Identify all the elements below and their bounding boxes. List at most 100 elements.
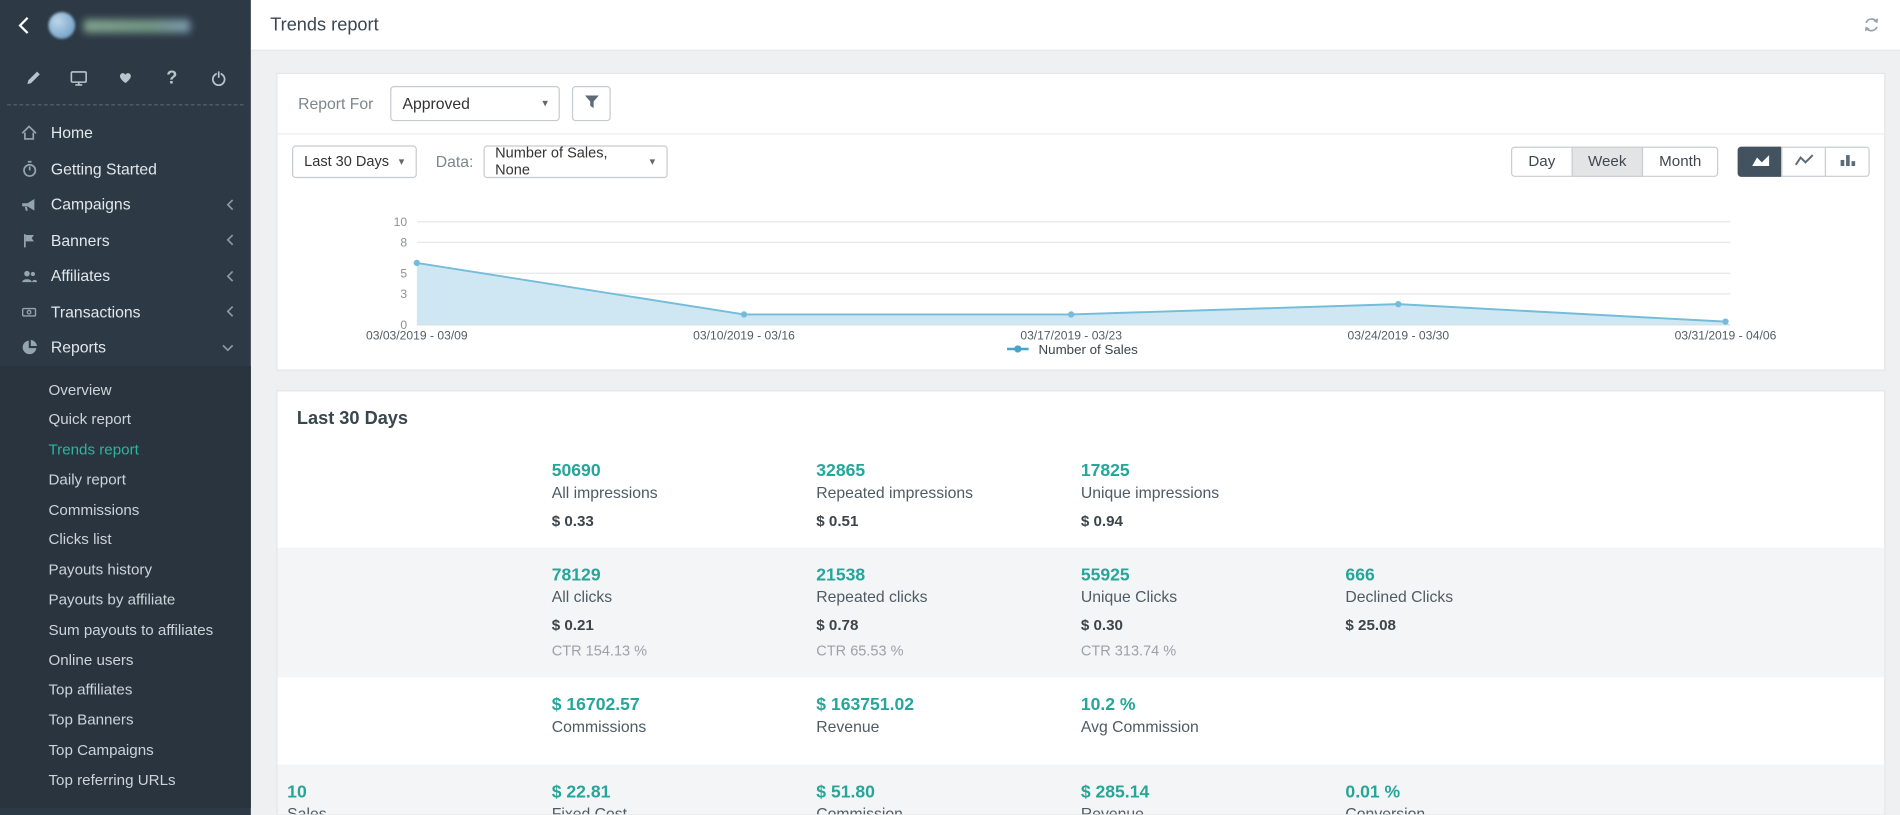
legend-marker-icon xyxy=(1007,343,1029,358)
bar-chart-icon xyxy=(1838,152,1857,170)
stat-value: 17825 xyxy=(1081,462,1346,481)
stat-money: $ 0.78 xyxy=(816,617,1081,634)
report-for-label: Report For xyxy=(298,95,373,113)
help-icon[interactable]: ? xyxy=(160,65,184,89)
report-filter-panel: Report For Approved ▾ Last 30 Days ▾ Dat… xyxy=(276,73,1885,371)
sidebar-logo-bar xyxy=(0,0,251,51)
period-month-button[interactable]: Month xyxy=(1642,146,1718,176)
sidebar-toolbar: ? xyxy=(0,51,251,102)
stat-label: All impressions xyxy=(552,483,817,501)
refresh-icon[interactable] xyxy=(1862,16,1880,34)
sidebar-item-sum-payouts[interactable]: Sum payouts to affiliates xyxy=(0,615,251,645)
monitor-icon[interactable] xyxy=(67,65,91,89)
pencil-icon[interactable] xyxy=(21,65,45,89)
main-menu: Home Getting Started Campaigns xyxy=(0,113,251,366)
sidebar-item-trends-report[interactable]: Trends report xyxy=(0,435,251,465)
chart-type-group xyxy=(1738,146,1870,176)
stat-all-clicks: 78129 All clicks $ 0.21 CTR 154.13 % xyxy=(552,563,817,659)
sidebar-item-quick-report[interactable]: Quick report xyxy=(0,405,251,435)
stat-label: Declined Clicks xyxy=(1345,588,1610,606)
stat-value: 32865 xyxy=(816,462,1081,481)
sidebar-item-payouts-by-affiliate[interactable]: Payouts by affiliate xyxy=(0,585,251,615)
stat-value: 21538 xyxy=(816,566,1081,585)
stat-value: 0.01 % xyxy=(1345,783,1610,802)
sidebar-item-payouts-history[interactable]: Payouts history xyxy=(0,555,251,585)
sidebar-item-affiliates[interactable]: Affiliates xyxy=(0,258,251,294)
sidebar-item-commissions[interactable]: Commissions xyxy=(0,495,251,525)
logo-text xyxy=(84,19,191,32)
report-for-select[interactable]: Approved ▾ xyxy=(390,86,560,121)
chart-type-line-button[interactable] xyxy=(1781,146,1826,176)
stat-all-impressions: 50690 All impressions $ 0.33 xyxy=(552,459,817,529)
stat-money: $ 0.51 xyxy=(816,513,1081,530)
data-series-select[interactable]: Number of Sales, None ▾ xyxy=(483,145,667,178)
sidebar-item-transactions[interactable]: Transactions xyxy=(0,294,251,330)
svg-text:03/10/2019 - 03/16: 03/10/2019 - 03/16 xyxy=(693,328,795,342)
sidebar-item-label: Affiliates xyxy=(51,267,110,285)
sidebar-item-reports[interactable]: Reports xyxy=(0,330,251,366)
sidebar-item-label: Campaigns xyxy=(51,195,131,213)
logo-mark-icon xyxy=(48,12,75,39)
svg-text:03/31/2019 - 04/06: 03/31/2019 - 04/06 xyxy=(1675,328,1777,342)
sidebar-item-getting-started[interactable]: Getting Started xyxy=(0,151,251,187)
page-title: Trends report xyxy=(270,15,378,36)
sidebar-item-label: Transactions xyxy=(51,303,141,321)
collapse-sidebar-icon[interactable] xyxy=(15,15,37,37)
sidebar-divider xyxy=(7,104,243,105)
sidebar-item-home[interactable]: Home xyxy=(0,115,251,151)
stat-money: $ 0.21 xyxy=(552,617,817,634)
heart-icon[interactable] xyxy=(113,65,137,89)
sidebar-item-top-referring-urls[interactable]: Top referring URLs xyxy=(0,766,251,796)
stat-declined-clicks: 666 Declined Clicks $ 25.08 xyxy=(1345,563,1610,659)
trend-chart: 10853003/03/2019 - 03/0903/10/2019 - 03/… xyxy=(277,188,1886,364)
stat-ctr: CTR 154.13 % xyxy=(552,642,817,659)
chevron-left-icon xyxy=(227,234,234,246)
home-icon xyxy=(19,124,38,142)
svg-text:10: 10 xyxy=(394,215,408,229)
cash-icon xyxy=(19,304,38,320)
sidebar-item-top-banners[interactable]: Top Banners xyxy=(0,706,251,736)
stat-value: 10 xyxy=(287,783,552,802)
flag-icon xyxy=(19,231,38,249)
stat-ctr: CTR 313.74 % xyxy=(1081,642,1346,659)
chevron-left-icon xyxy=(227,270,234,282)
stat-value: 50690 xyxy=(552,462,817,481)
stat-label: Repeated clicks xyxy=(816,588,1081,606)
stat-label: Commission xyxy=(816,805,1081,815)
stat-money: $ 0.33 xyxy=(552,513,817,530)
stat-avg-commission: 10.2 % Avg Commission xyxy=(1081,693,1346,746)
sidebar-item-overview[interactable]: Overview xyxy=(0,375,251,405)
app-window: ? Home Getting Started xyxy=(0,0,1900,815)
stat-fixed-cost: $ 22.81 Fixed Cost xyxy=(552,780,817,815)
chart-type-bar-button[interactable] xyxy=(1825,146,1870,176)
sidebar-item-campaigns[interactable]: Campaigns xyxy=(0,187,251,223)
sidebar: ? Home Getting Started xyxy=(0,0,251,815)
svg-text:5: 5 xyxy=(400,266,407,280)
chart-type-area-button[interactable] xyxy=(1738,146,1783,176)
stat-value: 10.2 % xyxy=(1081,696,1346,715)
period-day-button[interactable]: Day xyxy=(1511,146,1572,176)
sidebar-item-top-affiliates[interactable]: Top affiliates xyxy=(0,676,251,706)
power-icon[interactable] xyxy=(206,65,230,89)
stat-label: Commissions xyxy=(552,717,817,735)
sidebar-item-clicks-list[interactable]: Clicks list xyxy=(0,525,251,555)
date-range-select[interactable]: Last 30 Days ▾ xyxy=(292,145,416,178)
chart-toolbar: Last 30 Days ▾ Data: Number of Sales, No… xyxy=(277,135,1884,188)
sidebar-item-banners[interactable]: Banners xyxy=(0,222,251,258)
stat-money: $ 0.94 xyxy=(1081,513,1346,530)
megaphone-icon xyxy=(19,196,38,213)
stopwatch-icon xyxy=(19,160,38,178)
stat-label: All clicks xyxy=(552,588,817,606)
sidebar-item-daily-report[interactable]: Daily report xyxy=(0,465,251,495)
period-week-button[interactable]: Week xyxy=(1571,146,1643,176)
sidebar-item-online-users[interactable]: Online users xyxy=(0,645,251,675)
sidebar-item-top-campaigns[interactable]: Top Campaigns xyxy=(0,736,251,766)
stat-repeated-impressions: 32865 Repeated impressions $ 0.51 xyxy=(816,459,1081,529)
filter-button[interactable] xyxy=(572,86,611,121)
sidebar-item-label: Home xyxy=(51,124,93,142)
stat-label: Unique Clicks xyxy=(1081,588,1346,606)
trend-chart-area: 10853003/03/2019 - 03/0903/10/2019 - 03/… xyxy=(277,188,1886,371)
stat-value: $ 22.81 xyxy=(552,783,817,802)
legend-label: Number of Sales xyxy=(1039,343,1138,358)
line-chart-icon xyxy=(1794,152,1813,170)
